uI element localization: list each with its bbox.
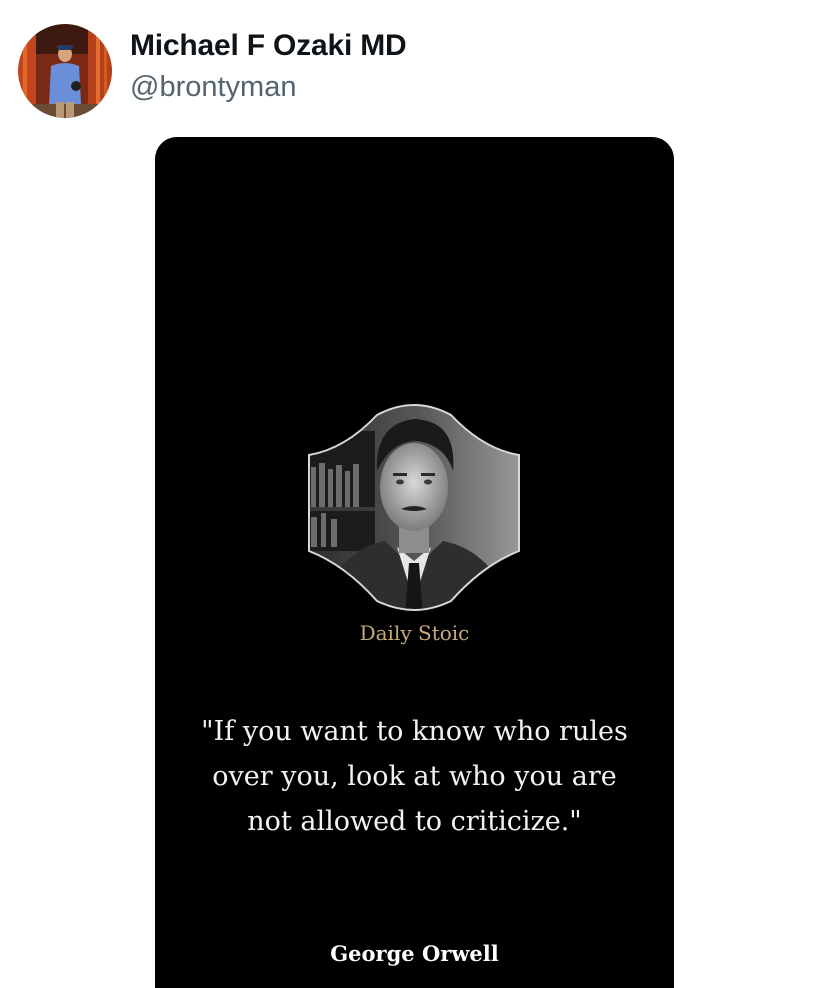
tweet-card: Michael F Ozaki MD @brontyman Daily Stoi… (0, 0, 828, 988)
portrait-image (308, 404, 520, 611)
user-handle[interactable]: @brontyman (130, 68, 406, 106)
quote-text: "If you want to know who rules over you,… (201, 716, 628, 837)
brand-label: Daily Stoic (359, 621, 470, 645)
tweet-header: Michael F Ozaki MD @brontyman (18, 24, 407, 118)
tweet-media-image[interactable]: Daily Stoic "If you want to know who rul… (155, 137, 674, 988)
author-names: Michael F Ozaki MD @brontyman (130, 27, 407, 106)
display-name[interactable]: Michael F Ozaki MD (130, 27, 407, 65)
avatar[interactable] (18, 24, 112, 118)
quote-author: George Orwell (330, 941, 499, 966)
